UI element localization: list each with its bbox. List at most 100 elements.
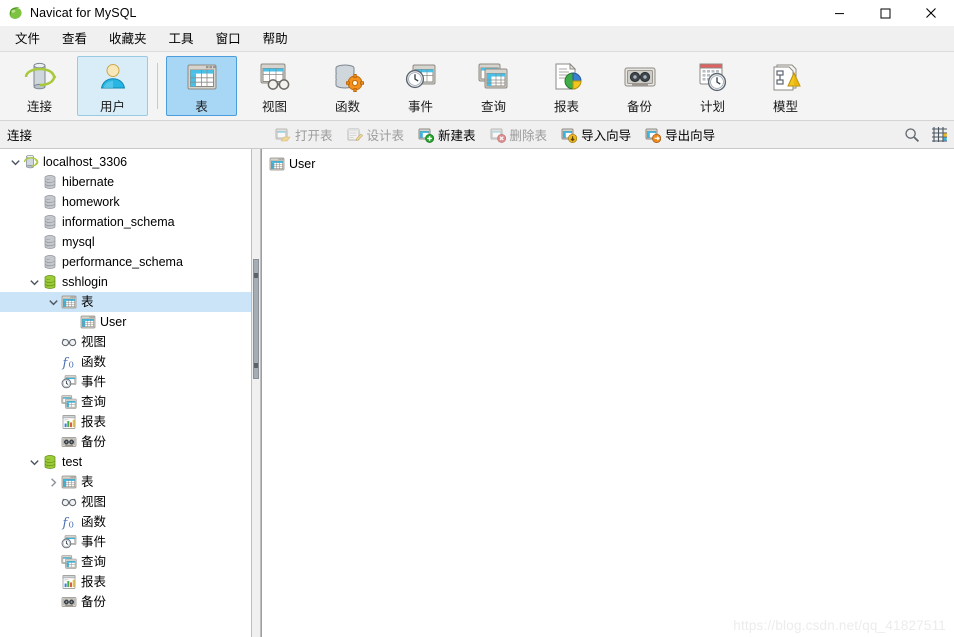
- export-wizard-button[interactable]: 导出向导: [639, 123, 721, 147]
- menu-file[interactable]: 文件: [4, 28, 51, 50]
- view-folder-icon: [61, 334, 77, 350]
- tree-item-information_schema[interactable]: information_schema: [0, 212, 251, 232]
- search-icon[interactable]: [903, 126, 921, 144]
- connections-tree-panel: localhost_3306 hibernate homework informati…: [0, 149, 252, 637]
- query-folder-icon: [61, 394, 77, 410]
- database-open-icon: [42, 274, 58, 290]
- new-table-button[interactable]: 新建表: [412, 123, 482, 147]
- chevron-expanded-icon[interactable]: [45, 294, 61, 310]
- table-icon: [184, 61, 220, 93]
- tree-item-[interactable]: 事件: [0, 532, 251, 552]
- panel-splitter[interactable]: [252, 149, 261, 637]
- menu-view[interactable]: 查看: [51, 28, 98, 50]
- import-wizard-button[interactable]: 导入向导: [555, 123, 637, 147]
- window-title: Navicat for MySQL: [30, 6, 137, 20]
- toolbar-button-user[interactable]: 用户: [77, 56, 148, 116]
- open-table-button[interactable]: 打开表: [269, 123, 339, 147]
- tree-item-[interactable]: f 0 函数: [0, 512, 251, 532]
- delete-table-button[interactable]: 删除表: [484, 123, 554, 147]
- toolbar-button-table[interactable]: 表: [166, 56, 237, 116]
- table-item-icon: [80, 314, 96, 330]
- maximize-button[interactable]: [862, 0, 908, 26]
- new-table-icon: [418, 127, 435, 143]
- tree-item-label: sshlogin: [62, 275, 108, 289]
- toolbar-separator: [157, 63, 158, 109]
- tree-item-[interactable]: f 0 函数: [0, 352, 251, 372]
- connections-tree: localhost_3306 hibernate homework informati…: [0, 149, 251, 612]
- object-list-item-label: User: [289, 157, 316, 171]
- chevron-expanded-icon[interactable]: [7, 154, 23, 170]
- view-controls: [903, 121, 948, 148]
- tree-item-[interactable]: 事件: [0, 372, 251, 392]
- tree-item-[interactable]: 视图: [0, 332, 251, 352]
- model-icon: [768, 61, 804, 93]
- toolbar-button-report[interactable]: 报表: [531, 56, 602, 116]
- chevron-expanded-icon[interactable]: [26, 454, 42, 470]
- database-gray-icon: [42, 194, 58, 210]
- chevron-collapsed-icon[interactable]: [45, 474, 61, 490]
- query-icon: [476, 61, 512, 93]
- tree-item-label: User: [100, 315, 127, 329]
- close-button[interactable]: [908, 0, 954, 26]
- toolbar-button-model[interactable]: 模型: [750, 56, 821, 116]
- tree-item-mysql[interactable]: mysql: [0, 232, 251, 252]
- object-list-item[interactable]: User: [262, 154, 419, 174]
- main-toolbar: 连接 用户 表 视图 函数 事件 查询 报表 备份 计划 模型: [0, 52, 954, 121]
- tree-item-performance_schema[interactable]: performance_schema: [0, 252, 251, 272]
- menu-window[interactable]: 窗口: [205, 28, 252, 50]
- toolbar-button-event[interactable]: 事件: [385, 56, 456, 116]
- toolbar-label-view: 视图: [261, 100, 287, 114]
- svg-text:0: 0: [69, 360, 74, 370]
- design-table-label: 设计表: [366, 129, 405, 143]
- table-item-icon: [269, 156, 285, 172]
- tree-item-user[interactable]: User: [0, 312, 251, 332]
- tree-item-[interactable]: 查询: [0, 552, 251, 572]
- tree-item-label: homework: [62, 195, 120, 209]
- design-table-icon: [347, 127, 363, 143]
- view-folder-icon: [61, 494, 77, 510]
- backup-icon: [622, 61, 658, 93]
- tree-item-localhost_3306[interactable]: localhost_3306: [0, 152, 251, 172]
- function-folder-icon: f0: [61, 514, 77, 531]
- backup-folder-icon: [61, 434, 77, 450]
- query-folder-icon: [61, 554, 77, 570]
- design-table-button[interactable]: 设计表: [341, 123, 411, 147]
- toolbar-button-schedule[interactable]: 计划: [677, 56, 748, 116]
- toolbar-label-report: 报表: [553, 100, 579, 114]
- tree-item-[interactable]: 表: [0, 472, 251, 492]
- tree-item-label: hibernate: [62, 175, 115, 189]
- tree-item-homework[interactable]: homework: [0, 192, 251, 212]
- open-table-icon: [275, 127, 291, 143]
- connections-label: 连接: [7, 129, 33, 143]
- toolbar-button-view[interactable]: 视图: [239, 56, 310, 116]
- menu-tools[interactable]: 工具: [158, 28, 205, 50]
- minimize-button[interactable]: [816, 0, 862, 26]
- menu-favorites[interactable]: 收藏夹: [98, 28, 158, 50]
- object-list-panel[interactable]: User https://blog.csdn.net/qq_41827511: [261, 149, 954, 637]
- tree-item-[interactable]: 表: [0, 292, 251, 312]
- menu-help[interactable]: 帮助: [252, 28, 299, 50]
- grid-view-icon[interactable]: [930, 126, 948, 144]
- tree-item-hibernate[interactable]: hibernate: [0, 172, 251, 192]
- import-wizard-label: 导入向导: [581, 129, 632, 143]
- tree-item-sshlogin[interactable]: sshlogin: [0, 272, 251, 292]
- tree-item-label: 备份: [81, 435, 107, 449]
- tree-item-[interactable]: 报表: [0, 412, 251, 432]
- tree-item-[interactable]: 查询: [0, 392, 251, 412]
- tree-item-[interactable]: 备份: [0, 432, 251, 452]
- toolbar-button-query[interactable]: 查询: [458, 56, 529, 116]
- toolbar-button-function[interactable]: 函数: [312, 56, 383, 116]
- toolbar-button-connection[interactable]: 连接: [4, 56, 75, 116]
- toolbar-button-backup[interactable]: 备份: [604, 56, 675, 116]
- tree-item-[interactable]: 视图: [0, 492, 251, 512]
- tree-item-label: test: [62, 455, 83, 469]
- tree-item-label: performance_schema: [62, 255, 183, 269]
- splitter-grip-bottom: [254, 363, 258, 368]
- tree-item-[interactable]: 报表: [0, 572, 251, 592]
- body-split: localhost_3306 hibernate homework informati…: [0, 149, 954, 637]
- chevron-expanded-icon[interactable]: [26, 274, 42, 290]
- tree-item-[interactable]: 备份: [0, 592, 251, 612]
- tree-item-test[interactable]: test: [0, 452, 251, 472]
